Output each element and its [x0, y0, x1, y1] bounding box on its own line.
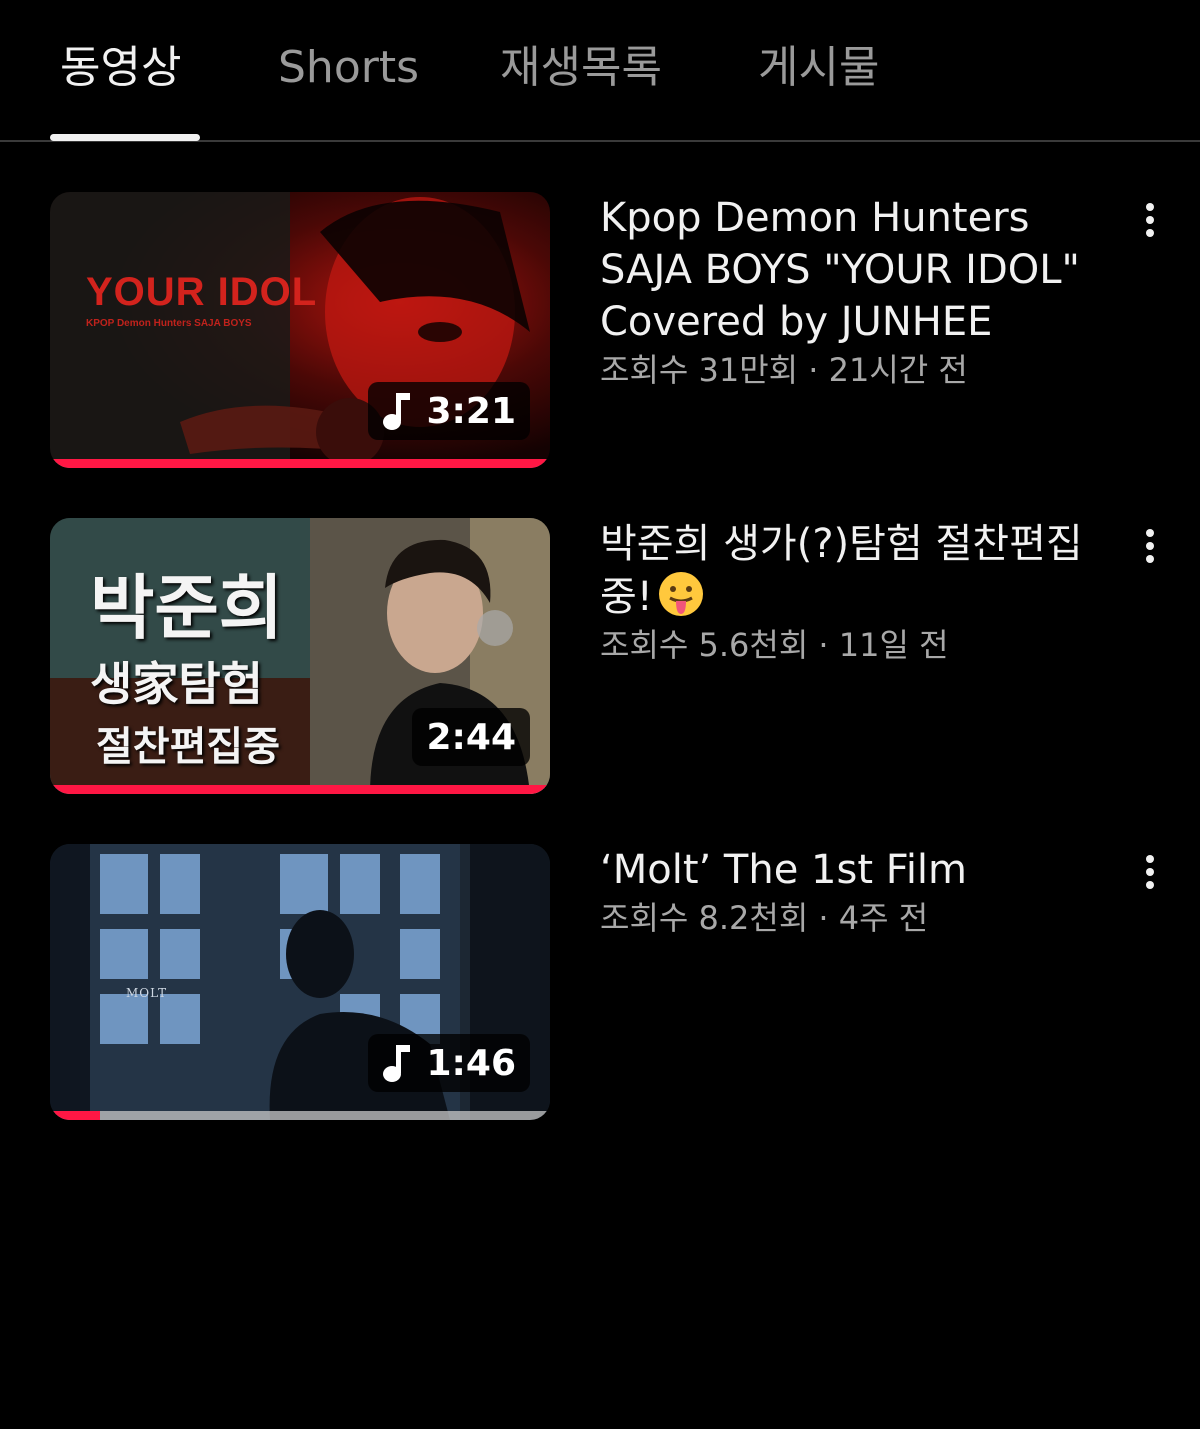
- channel-tab-bar: 동영상 Shorts 재생목록 게시물: [0, 0, 1200, 142]
- video-title[interactable]: 박준희 생가(?)탐험 절찬편집중!: [600, 518, 1100, 623]
- duration-text: 3:21: [426, 390, 516, 432]
- video-stats: 조회수 5.6천회 · 11일 전: [600, 626, 949, 664]
- video-stats: 조회수 31만회 · 21시간 전: [600, 351, 968, 389]
- watch-progress-bar: [50, 459, 550, 468]
- video-meta: Kpop Demon Hunters SAJA BOYS "YOUR IDOL"…: [600, 192, 1100, 392]
- video-title[interactable]: Kpop Demon Hunters SAJA BOYS "YOUR IDOL"…: [600, 192, 1100, 348]
- duration-text: 1:46: [426, 1042, 516, 1084]
- video-list-item[interactable]: 박준희 생家탐험 절찬편집중 2:44 박준희 생가(?)탐험 절찬편집중! 조…: [50, 518, 1170, 798]
- video-meta: 박준희 생가(?)탐험 절찬편집중! 조회수 5.6천회 · 11일 전: [600, 518, 1100, 667]
- more-options-button[interactable]: [1130, 526, 1170, 566]
- thumbnail-text-line1: 박준희: [90, 566, 284, 649]
- face-with-tongue-emoji: [658, 572, 703, 616]
- duration-text: 2:44: [426, 716, 516, 758]
- duration-badge: 3:21: [368, 382, 530, 440]
- thumbnail-title-text: YOUR IDOL: [86, 270, 318, 314]
- watch-progress-fill: [50, 459, 550, 468]
- thumbnail-subtitle-text: KPOP Demon Hunters SAJA BOYS: [86, 318, 252, 329]
- tab-videos[interactable]: 동영상: [60, 40, 181, 96]
- video-thumbnail[interactable]: MOLT 1:46: [50, 844, 550, 1120]
- tab-playlists[interactable]: 재생목록: [500, 40, 662, 96]
- music-note-icon: [382, 391, 412, 431]
- thumbnail-text-line2: 생家탐험: [90, 657, 263, 711]
- tab-shorts[interactable]: Shorts: [278, 40, 419, 96]
- video-thumbnail[interactable]: YOUR IDOL KPOP Demon Hunters SAJA BOYS 3…: [50, 192, 550, 468]
- watch-progress-fill: [50, 1111, 100, 1120]
- music-note-icon: [382, 1043, 412, 1083]
- video-meta: ‘Molt’ The 1st Film 조회수 8.2천회 · 4주 전: [600, 844, 1100, 940]
- duration-badge: 2:44: [412, 708, 530, 766]
- watch-progress-bar: [50, 785, 550, 794]
- active-tab-indicator: [50, 134, 200, 141]
- video-list-item[interactable]: MOLT 1:46 ‘Molt’ The 1st Film 조회수 8.2천회 …: [50, 844, 1170, 1124]
- thumbnail-label-text: MOLT: [126, 986, 168, 1000]
- video-list-item[interactable]: YOUR IDOL KPOP Demon Hunters SAJA BOYS 3…: [50, 192, 1170, 472]
- video-thumbnail[interactable]: 박준희 생家탐험 절찬편집중 2:44: [50, 518, 550, 794]
- more-options-button[interactable]: [1130, 852, 1170, 892]
- watch-progress-bar: [50, 1111, 550, 1120]
- video-stats: 조회수 8.2천회 · 4주 전: [600, 899, 929, 937]
- tab-posts[interactable]: 게시물: [758, 40, 879, 96]
- watch-progress-fill: [50, 785, 550, 794]
- duration-badge: 1:46: [368, 1034, 530, 1092]
- video-title[interactable]: ‘Molt’ The 1st Film: [600, 844, 1100, 896]
- thumbnail-text-line3: 절찬편집중: [96, 723, 280, 770]
- more-options-button[interactable]: [1130, 200, 1170, 240]
